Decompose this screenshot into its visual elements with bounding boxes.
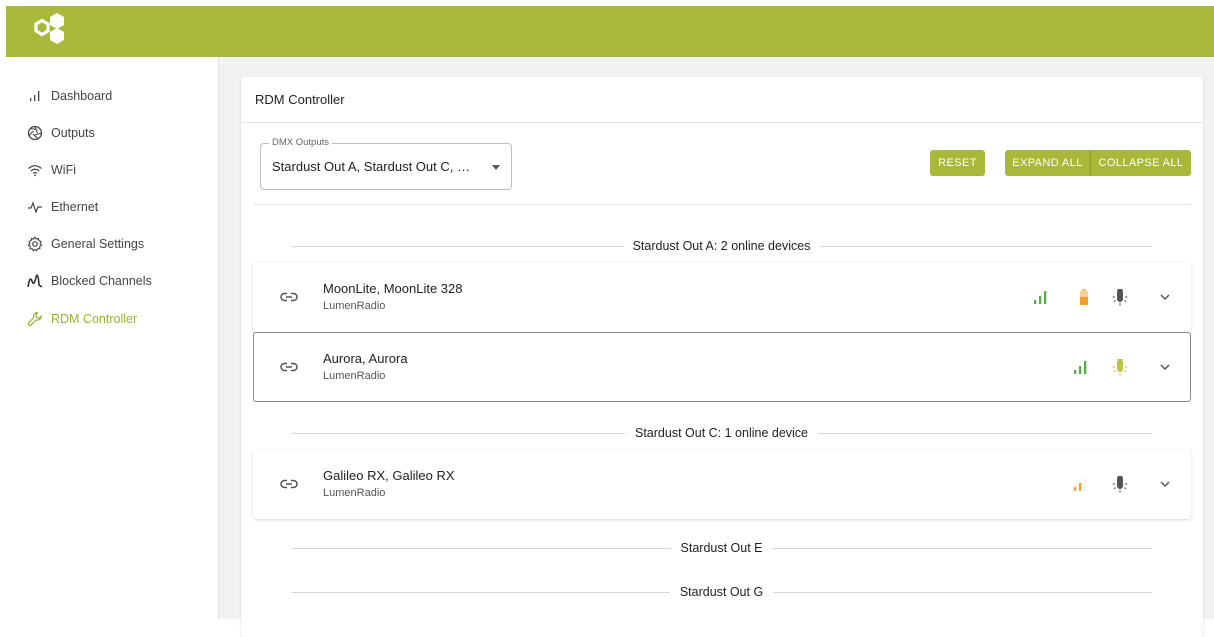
gear-icon	[26, 235, 44, 253]
group-header-out-c: Stardust Out C: 1 online device	[291, 425, 1153, 441]
signal-strength-icon	[1074, 478, 1087, 491]
aperture-icon	[26, 124, 44, 142]
signal-strength-icon	[1074, 361, 1087, 374]
device-name: Aurora, Aurora	[323, 351, 408, 366]
divider	[772, 547, 1153, 549]
divider	[291, 547, 671, 549]
expand-collapse-button-group: EXPAND ALL COLLAPSE ALL	[1005, 150, 1191, 176]
divider	[291, 432, 625, 434]
waveform-icon	[26, 272, 44, 290]
signal-bars-icon	[26, 87, 44, 105]
sidebar-item-label: Dashboard	[51, 89, 113, 103]
group-header-out-g: Stardust Out G	[291, 584, 1152, 600]
chevron-down-icon[interactable]	[1159, 361, 1171, 373]
pulse-icon	[26, 198, 44, 216]
divider	[241, 122, 1203, 123]
sidebar-item-wifi[interactable]: WiFi	[26, 158, 76, 182]
link-icon	[280, 362, 298, 372]
sidebar-item-label: WiFi	[51, 163, 76, 177]
wrench-icon	[26, 310, 44, 328]
identify-bulb-icon[interactable]	[1111, 286, 1129, 308]
wifi-icon	[26, 161, 44, 179]
dmx-outputs-label: DMX Outputs	[269, 137, 333, 148]
group-header-label: Stardust Out A: 2 online devices	[632, 239, 811, 253]
device-manufacturer: LumenRadio	[323, 370, 386, 382]
battery-icon	[1080, 289, 1088, 305]
sidebar-item-dashboard[interactable]: Dashboard	[26, 84, 112, 108]
group-header-out-e: Stardust Out E	[291, 540, 1153, 556]
link-icon	[280, 292, 298, 302]
sidebar: Dashboard Outputs WiFi Ethernet General …	[6, 57, 219, 619]
device-manufacturer: LumenRadio	[323, 300, 386, 312]
rdm-controller-card: RDM Controller DMX Outputs Stardust Out …	[241, 77, 1203, 637]
sidebar-item-ethernet[interactable]: Ethernet	[26, 195, 98, 219]
device-card[interactable]: Galileo RX, Galileo RX LumenRadio	[253, 449, 1191, 519]
sidebar-item-rdm-controller[interactable]: RDM Controller	[26, 307, 137, 331]
divider	[253, 204, 1191, 205]
device-card[interactable]: Aurora, Aurora LumenRadio	[253, 332, 1191, 402]
sidebar-item-general-settings[interactable]: General Settings	[26, 232, 144, 256]
group-header-label: Stardust Out E	[680, 541, 763, 555]
dmx-outputs-select[interactable]: DMX Outputs Stardust Out A, Stardust Out…	[260, 137, 512, 190]
device-manufacturer: LumenRadio	[323, 487, 386, 499]
sidebar-item-label: General Settings	[51, 237, 145, 251]
sidebar-item-outputs[interactable]: Outputs	[26, 121, 95, 145]
identify-bulb-icon[interactable]	[1111, 473, 1129, 495]
signal-strength-icon	[1034, 291, 1047, 304]
sidebar-item-label: RDM Controller	[51, 312, 138, 326]
collapse-all-button[interactable]: COLLAPSE ALL	[1091, 150, 1191, 176]
sidebar-item-blocked-channels[interactable]: Blocked Channels	[26, 269, 152, 293]
identify-bulb-icon[interactable]	[1111, 356, 1129, 378]
group-header-out-a: Stardust Out A: 2 online devices	[291, 238, 1153, 254]
sidebar-item-label: Outputs	[51, 126, 95, 140]
group-header-label: Stardust Out C: 1 online device	[635, 426, 809, 440]
divider	[818, 432, 1153, 434]
device-name: Galileo RX, Galileo RX	[323, 468, 455, 483]
hexagon-logo-icon[interactable]	[28, 10, 70, 52]
dmx-outputs-value: Stardust Out A, Stardust Out C, …	[272, 159, 470, 174]
caret-down-icon	[492, 165, 500, 170]
divider	[820, 245, 1153, 247]
chevron-down-icon[interactable]	[1159, 478, 1171, 490]
chevron-down-icon[interactable]	[1159, 291, 1171, 303]
top-app-bar	[6, 6, 1214, 57]
group-header-label: Stardust Out G	[679, 585, 764, 599]
page-title: RDM Controller	[255, 92, 345, 107]
device-name: MoonLite, MoonLite 328	[323, 281, 463, 296]
divider	[291, 591, 670, 593]
divider	[773, 591, 1152, 593]
divider	[291, 245, 623, 247]
device-card[interactable]: MoonLite, MoonLite 328 LumenRadio	[253, 262, 1191, 332]
sidebar-item-label: Ethernet	[51, 200, 99, 214]
link-icon	[280, 479, 298, 489]
expand-all-button[interactable]: EXPAND ALL	[1005, 150, 1090, 176]
sidebar-item-label: Blocked Channels	[51, 274, 152, 288]
reset-button[interactable]: RESET	[930, 150, 985, 176]
